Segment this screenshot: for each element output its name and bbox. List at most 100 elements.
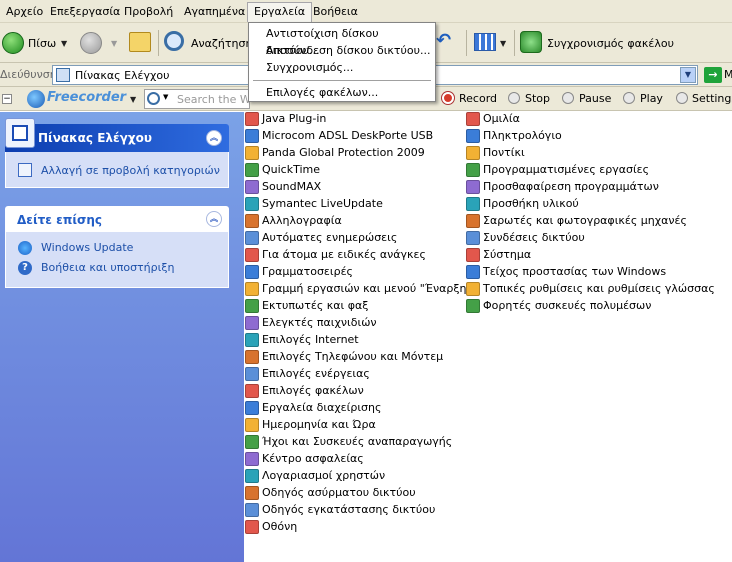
views-icon[interactable] bbox=[474, 33, 496, 51]
map-network-drive-item[interactable]: Αντιστοίχιση δίσκου δικτύου... bbox=[249, 25, 435, 57]
control-panel-item[interactable]: Symantec LiveUpdate bbox=[245, 195, 383, 212]
applet-label: Προγραμματισμένες εργασίες bbox=[483, 163, 650, 176]
record-icon[interactable] bbox=[442, 92, 454, 104]
windows-update-icon bbox=[18, 241, 32, 255]
freecorder-menu-arrow[interactable]: ▼ bbox=[130, 95, 136, 104]
control-panel-item[interactable]: SoundMAX bbox=[245, 178, 321, 195]
control-panel-item[interactable]: Κέντρο ασφαλείας bbox=[245, 450, 364, 467]
menu-tools[interactable]: Εργαλεία bbox=[247, 2, 313, 22]
search-icon[interactable] bbox=[164, 31, 184, 51]
control-panel-item[interactable]: Microcom ADSL DeskPorte USB bbox=[245, 127, 433, 144]
control-panel-item[interactable]: Γραμμή εργασιών και μενού "Έναρξη" bbox=[245, 280, 472, 297]
synchronize-item[interactable]: Συγχρονισμός... bbox=[249, 59, 435, 76]
control-panel-item[interactable]: Ήχοι και Συσκευές αναπαραγωγής bbox=[245, 433, 452, 450]
applet-label: Τείχος προστασίας των Windows bbox=[483, 265, 667, 278]
menu-view[interactable]: Προβολή bbox=[122, 4, 175, 20]
pause-button[interactable]: Pause bbox=[579, 92, 611, 105]
control-panel-item[interactable]: Επιλογές ενέργειας bbox=[245, 365, 370, 382]
control-panel-item[interactable]: Φορητές συσκευές πολυμέσων bbox=[466, 297, 651, 314]
menu-help[interactable]: Βοήθεια bbox=[311, 4, 360, 20]
applet-icon bbox=[245, 502, 259, 517]
menu-favorites[interactable]: Αγαπημένα bbox=[182, 4, 247, 20]
control-panel-item[interactable]: Λογαριασμοί χρηστών bbox=[245, 467, 385, 484]
settings-button[interactable]: Settings bbox=[692, 92, 732, 105]
applet-label: Ήχοι και Συσκευές αναπαραγωγής bbox=[262, 435, 453, 448]
control-panel-item[interactable]: QuickTime bbox=[245, 161, 320, 178]
control-panel-item[interactable]: Αλληλογραφία bbox=[245, 212, 342, 229]
control-panel-item[interactable]: Τοπικές ρυθμίσεις και ρυθμίσεις γλώσσας bbox=[466, 280, 715, 297]
play-icon[interactable] bbox=[623, 92, 635, 104]
collapse-chevron-icon[interactable]: ︽ bbox=[206, 211, 222, 227]
control-panel-item[interactable]: Οθόνη bbox=[245, 518, 297, 535]
stop-button[interactable]: Stop bbox=[525, 92, 550, 105]
applet-label: Σύστημα bbox=[483, 248, 532, 261]
address-dropdown-icon[interactable]: ▼ bbox=[680, 67, 696, 83]
control-panel-header[interactable]: Πίνακας Ελέγχου ︽ bbox=[5, 118, 229, 152]
see-also-header[interactable]: Δείτε επίσης ︽ bbox=[5, 206, 229, 232]
record-button[interactable]: Record bbox=[459, 92, 497, 105]
stop-icon[interactable] bbox=[508, 92, 520, 104]
applet-label: Οδηγός εγκατάστασης δικτύου bbox=[262, 503, 436, 516]
web-search-placeholder[interactable]: Search the Web bbox=[177, 93, 249, 106]
control-panel-item[interactable]: Επιλογές Internet bbox=[245, 331, 359, 348]
applet-icon bbox=[245, 451, 259, 466]
control-panel-item[interactable]: Σύστημα bbox=[466, 246, 531, 263]
control-panel-item[interactable]: Panda Global Protection 2009 bbox=[245, 144, 425, 161]
undo-icon[interactable]: ↶ bbox=[436, 32, 458, 52]
control-panel-item[interactable]: Προγραμματισμένες εργασίες bbox=[466, 161, 649, 178]
sync-folder-label[interactable]: Συγχρονισμός φακέλου bbox=[547, 37, 674, 50]
control-panel-item[interactable]: Συνδέσεις δικτύου bbox=[466, 229, 585, 246]
control-panel-item[interactable]: Προσθαφαίρεση προγραμμάτων bbox=[466, 178, 659, 195]
help-support-link[interactable]: Βοήθεια και υποστήριξη bbox=[41, 261, 174, 274]
search-engine-dropdown-icon[interactable]: ▼ bbox=[163, 93, 168, 101]
control-panel-item[interactable]: Ελεγκτές παιχνιδιών bbox=[245, 314, 377, 331]
switch-category-view-link[interactable]: Αλλαγή σε προβολή κατηγοριών bbox=[41, 164, 220, 177]
windows-update-link[interactable]: Windows Update bbox=[41, 241, 133, 254]
control-panel-item[interactable]: Ποντίκι bbox=[466, 144, 525, 161]
control-panel-item[interactable]: Επιλογές Τηλεφώνου και Μόντεμ bbox=[245, 348, 443, 365]
search-button-label[interactable]: Αναζήτηση bbox=[191, 37, 252, 50]
control-panel-item[interactable]: Java Plug-in bbox=[245, 110, 326, 127]
settings-icon[interactable] bbox=[676, 92, 688, 104]
control-panel-item[interactable]: Ημερομηνία και Ώρα bbox=[245, 416, 376, 433]
back-button-label[interactable]: Πίσω bbox=[28, 37, 56, 50]
applet-icon bbox=[245, 213, 259, 228]
menu-edit[interactable]: Επεξεργασία bbox=[48, 4, 122, 20]
pause-icon[interactable] bbox=[562, 92, 574, 104]
back-icon[interactable] bbox=[2, 32, 24, 54]
address-value[interactable]: Πίνακας Ελέγχου bbox=[75, 69, 169, 82]
applet-label: Πληκτρολόγιο bbox=[483, 129, 562, 142]
play-button[interactable]: Play bbox=[640, 92, 663, 105]
up-folder-icon[interactable] bbox=[129, 32, 151, 52]
collapse-chevron-icon[interactable]: ︽ bbox=[206, 130, 222, 146]
control-panel-item[interactable]: Εκτυπωτές και φαξ bbox=[245, 297, 368, 314]
forward-icon[interactable] bbox=[80, 32, 102, 54]
control-panel-title: Πίνακας Ελέγχου bbox=[38, 131, 152, 145]
control-panel-item[interactable]: Οδηγός εγκατάστασης δικτύου bbox=[245, 501, 435, 518]
forward-dropdown-arrow[interactable]: ▼ bbox=[111, 39, 117, 48]
disconnect-network-drive-item[interactable]: Αποσύνδεση δίσκου δικτύου... bbox=[249, 42, 435, 59]
control-panel-item[interactable]: Πληκτρολόγιο bbox=[466, 127, 562, 144]
control-panel-item[interactable]: Τείχος προστασίας των Windows bbox=[466, 263, 666, 280]
go-button-label[interactable]: Μ bbox=[724, 68, 732, 81]
control-panel-item[interactable]: Ομιλία bbox=[466, 110, 520, 127]
control-panel-item[interactable]: Οδηγός ασύρματου δικτύου bbox=[245, 484, 416, 501]
control-panel-item[interactable]: Για άτομα με ειδικές ανάγκες bbox=[245, 246, 426, 263]
control-panel-item[interactable]: Επιλογές φακέλων bbox=[245, 382, 364, 399]
toolbar-handle-icon[interactable]: − bbox=[2, 94, 12, 104]
address-label: Διεύθυνση bbox=[0, 68, 57, 81]
web-search-field[interactable]: ▼ Search the Web bbox=[144, 89, 250, 109]
back-dropdown-arrow[interactable]: ▼ bbox=[61, 39, 67, 48]
control-panel-item[interactable]: Αυτόματες ενημερώσεις bbox=[245, 229, 397, 246]
sync-icon[interactable] bbox=[520, 31, 542, 53]
menu-file[interactable]: Αρχείο bbox=[4, 4, 45, 20]
control-panel-item[interactable]: Γραμματοσειρές bbox=[245, 263, 353, 280]
go-arrow-icon[interactable]: → bbox=[704, 67, 722, 83]
control-panel-item[interactable]: Εργαλεία διαχείρισης bbox=[245, 399, 381, 416]
control-panel-item[interactable]: Σαρωτές και φωτογραφικές μηχανές bbox=[466, 212, 687, 229]
views-dropdown-arrow[interactable]: ▼ bbox=[500, 39, 506, 48]
applet-icon bbox=[245, 247, 259, 262]
control-panel-item[interactable]: Προσθήκη υλικού bbox=[466, 195, 579, 212]
folder-options-item[interactable]: Επιλογές φακέλων... bbox=[249, 84, 435, 101]
toolbar-separator bbox=[466, 30, 467, 56]
